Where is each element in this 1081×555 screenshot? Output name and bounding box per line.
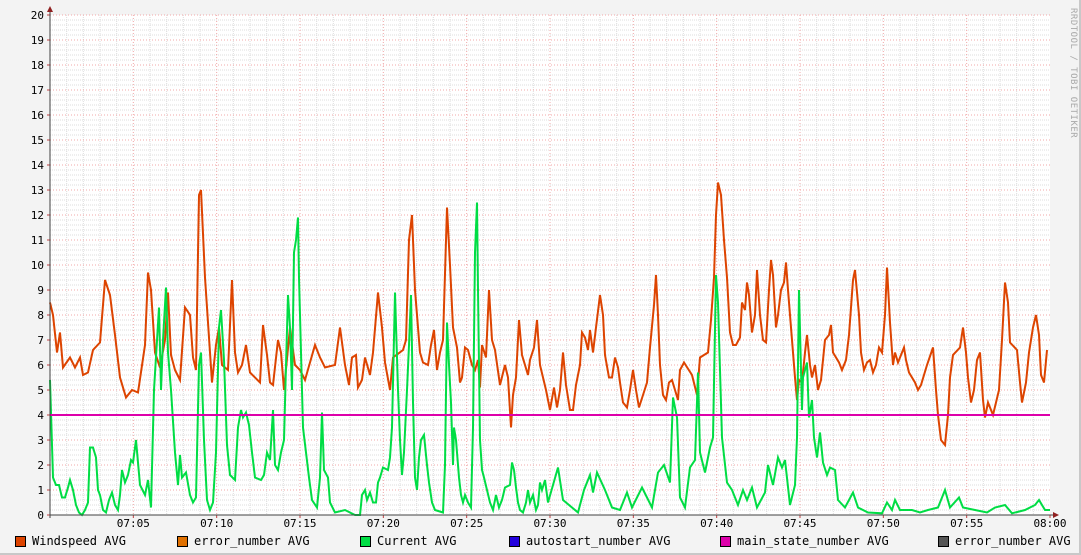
legend-label: error_number AVG xyxy=(955,534,1071,548)
y-tick-label: 14 xyxy=(31,159,45,172)
y-axis-arrow-icon xyxy=(47,6,53,12)
y-tick-label: 1 xyxy=(37,484,44,497)
legend-item-error-number-2: error_number AVG xyxy=(938,534,1071,548)
y-tick-label: 0 xyxy=(37,509,44,522)
y-tick-label: 9 xyxy=(37,284,44,297)
legend-swatch xyxy=(509,535,520,547)
x-tick-label: 07:25 xyxy=(450,517,483,530)
legend-swatch xyxy=(177,535,188,547)
chart-plot: 0123456789101112131415161718192007:05 07:… xyxy=(31,6,1067,530)
x-tick-label: 07:20 xyxy=(367,517,400,530)
y-tick-label: 11 xyxy=(31,234,44,247)
legend-item-current: Current AVG xyxy=(360,534,456,548)
legend-label: error_number AVG xyxy=(194,534,310,548)
x-tick-label: 08:00 xyxy=(1033,517,1066,530)
y-tick-label: 3 xyxy=(37,434,44,447)
x-tick-label: 07:35 xyxy=(617,517,650,530)
y-tick-label: 13 xyxy=(31,184,44,197)
y-tick-label: 19 xyxy=(31,34,44,47)
y-tick-label: 17 xyxy=(31,84,44,97)
x-tick-label: 07:55 xyxy=(950,517,983,530)
legend-label: main_state_number AVG xyxy=(737,534,889,548)
legend-swatch xyxy=(938,535,949,547)
legend-swatch xyxy=(15,535,26,547)
y-tick-label: 10 xyxy=(31,259,44,272)
legend-item-autostart-number: autostart_number AVG xyxy=(509,534,671,548)
x-tick-label: 07:15 xyxy=(283,517,316,530)
y-tick-label: 6 xyxy=(37,359,44,372)
y-tick-label: 16 xyxy=(31,109,44,122)
y-tick-label: 4 xyxy=(37,409,44,422)
legend-swatch xyxy=(720,535,731,547)
y-tick-label: 2 xyxy=(37,459,44,472)
legend-label: autostart_number AVG xyxy=(526,534,671,548)
y-tick-label: 12 xyxy=(31,209,44,222)
x-tick-label: 07:45 xyxy=(783,517,816,530)
rrdtool-watermark: RRDTOOL / TOBI OETIKER xyxy=(1068,8,1078,139)
x-tick-label: 07:50 xyxy=(867,517,900,530)
legend-item-error-number: error_number AVG xyxy=(177,534,310,548)
legend-label: Windspeed AVG xyxy=(32,534,126,548)
legend-item-main-state-number: main_state_number AVG xyxy=(720,534,889,548)
x-tick-label: 07:30 xyxy=(533,517,566,530)
legend-swatch xyxy=(360,535,371,547)
y-tick-label: 20 xyxy=(31,9,44,22)
y-tick-label: 5 xyxy=(37,384,44,397)
y-tick-label: 15 xyxy=(31,134,44,147)
x-tick-label: 07:05 xyxy=(117,517,150,530)
y-tick-label: 8 xyxy=(37,309,44,322)
y-tick-label: 7 xyxy=(37,334,44,347)
y-tick-label: 18 xyxy=(31,59,44,72)
legend-label: Current AVG xyxy=(377,534,457,548)
x-tick-label: 07:10 xyxy=(200,517,233,530)
x-tick-label: 07:40 xyxy=(700,517,733,530)
legend-item-windspeed: Windspeed AVG xyxy=(15,534,126,548)
